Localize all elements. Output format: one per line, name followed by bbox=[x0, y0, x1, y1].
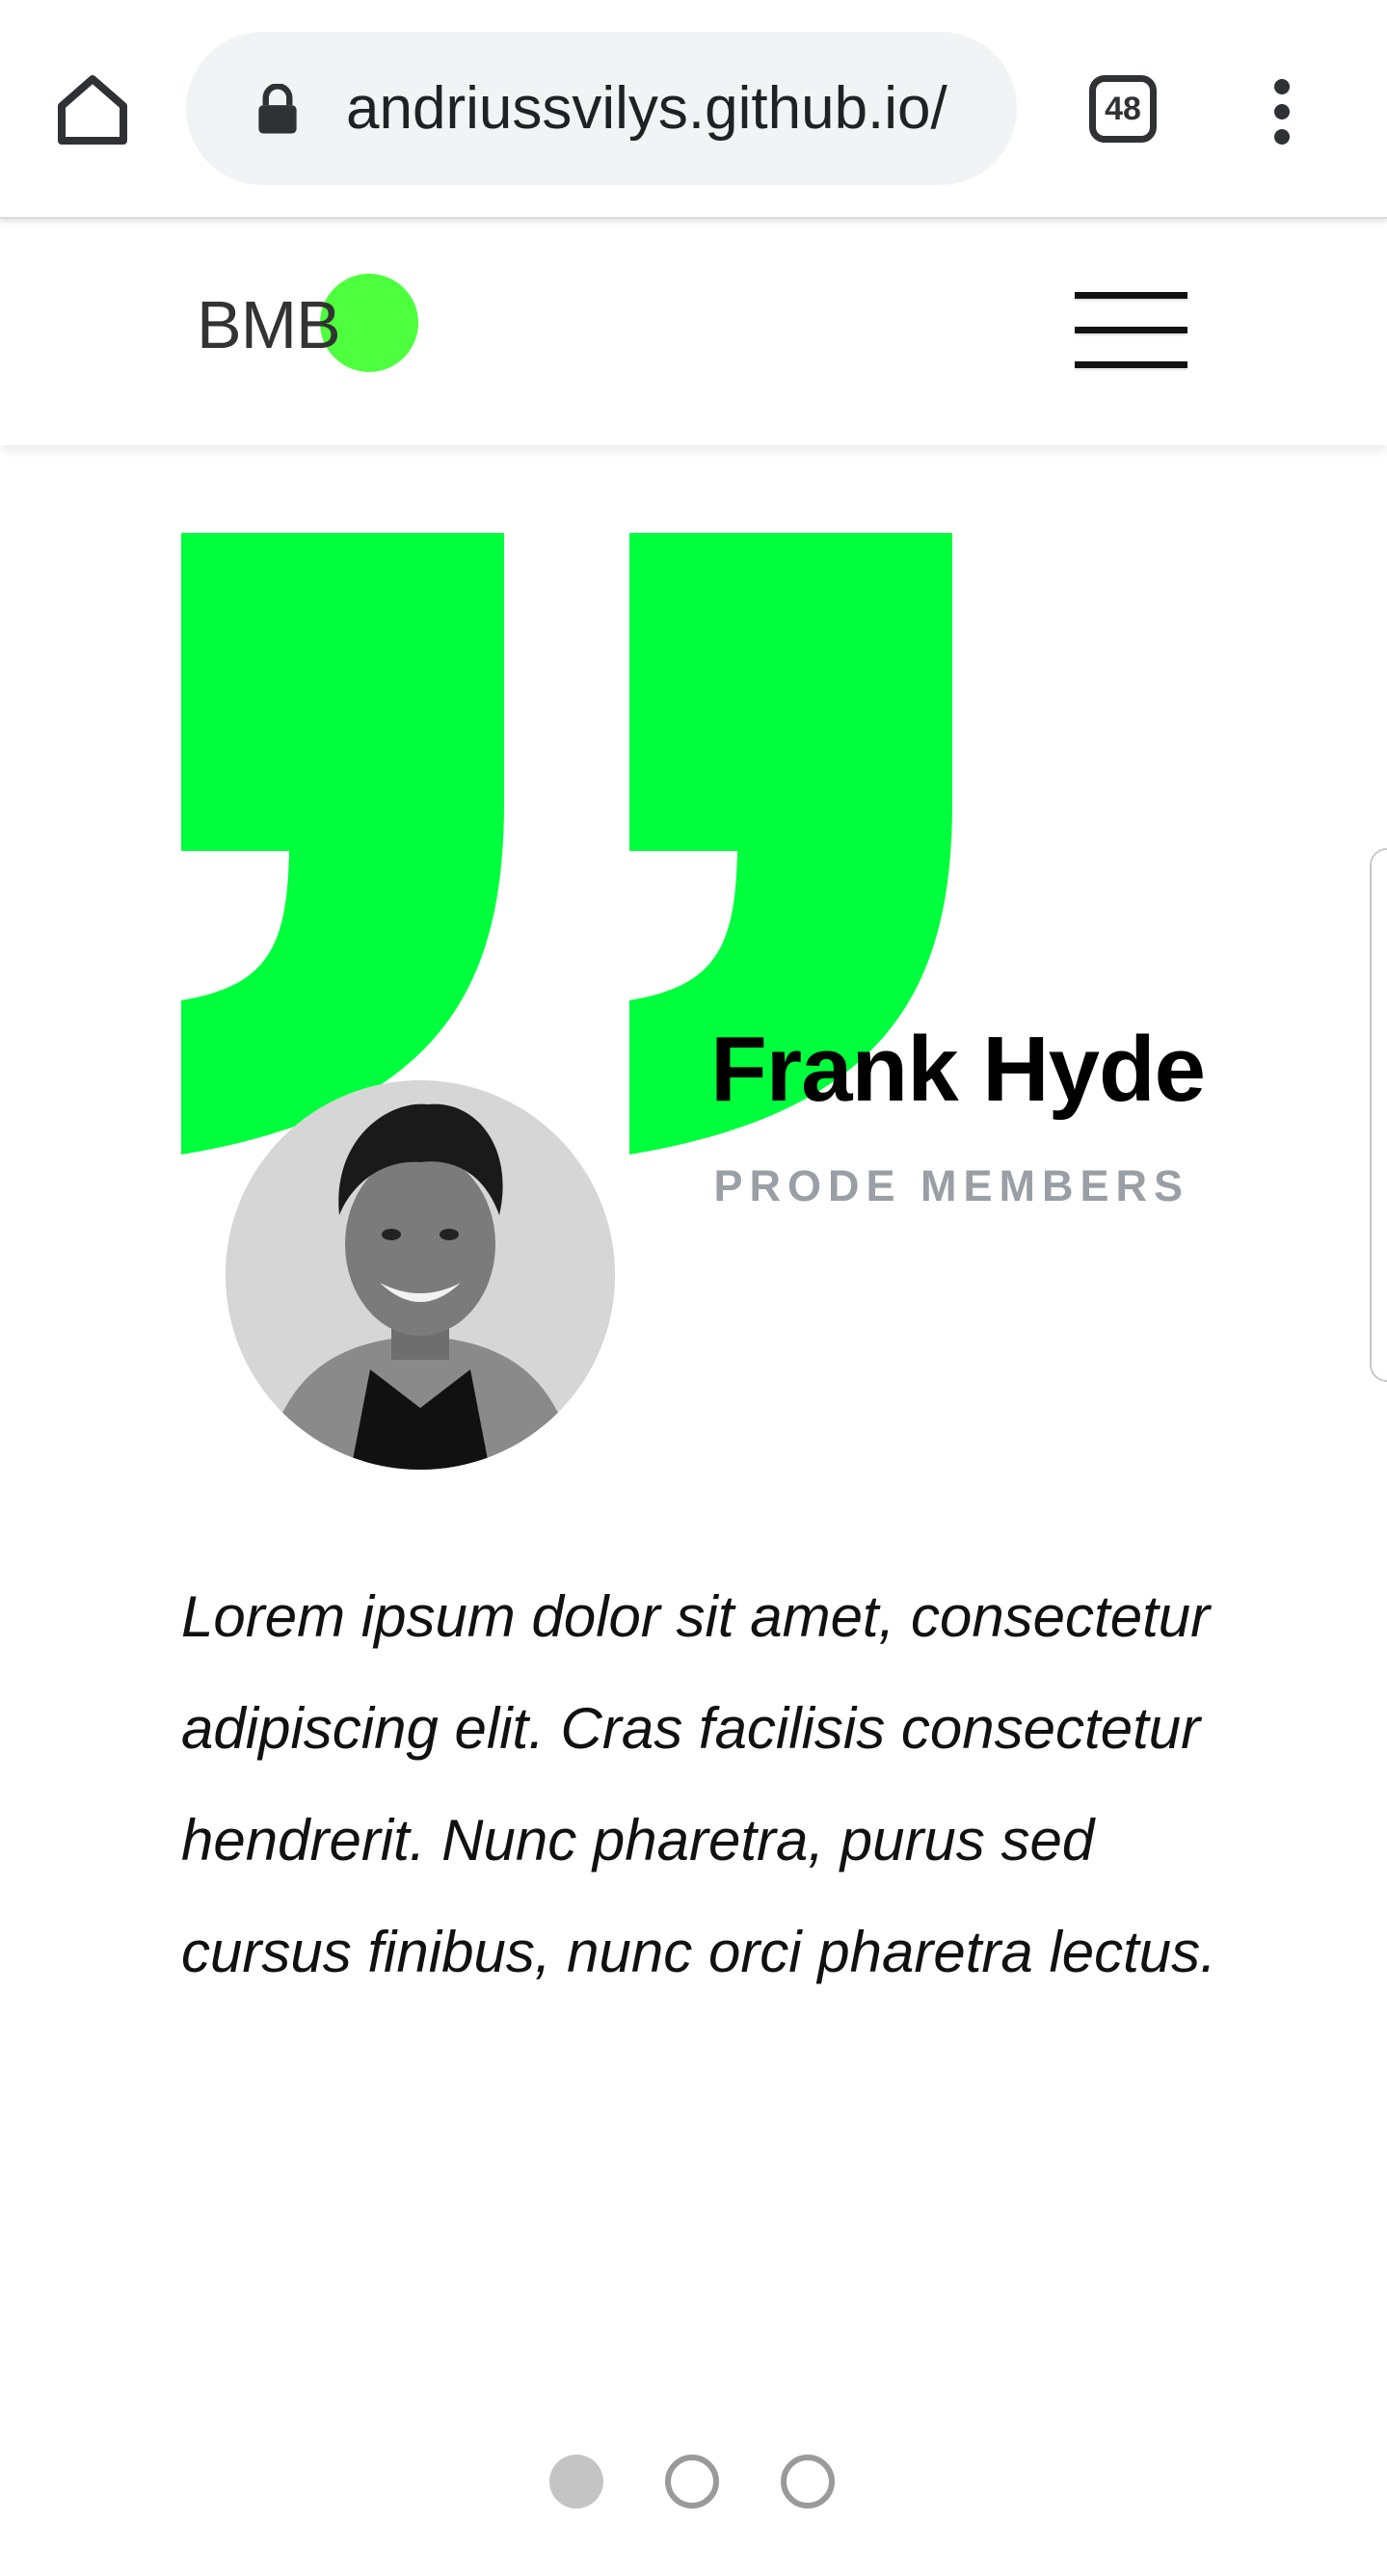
side-drawer-handle[interactable] bbox=[1370, 848, 1387, 1382]
person-name: Frank Hyde bbox=[710, 1018, 1206, 1121]
url-text[interactable]: andriussvilys.github.io/ bbox=[346, 32, 982, 185]
carousel-dot-3[interactable] bbox=[781, 2455, 835, 2509]
avatar bbox=[226, 1080, 615, 1470]
carousel-pagination bbox=[549, 2455, 839, 2512]
person-role: PRODE MEMBERS bbox=[713, 1161, 1189, 1210]
home-icon[interactable] bbox=[46, 64, 139, 156]
tab-switcher-button[interactable]: 48 bbox=[1089, 75, 1157, 143]
site-logo[interactable]: BMB bbox=[197, 274, 428, 380]
browser-toolbar: andriussvilys.github.io/ 48 bbox=[0, 0, 1387, 219]
more-vert-icon[interactable] bbox=[1253, 73, 1311, 150]
quote-mark-left bbox=[181, 533, 504, 1155]
logo-text: BMB bbox=[197, 287, 341, 362]
hamburger-menu-icon[interactable] bbox=[1075, 292, 1187, 369]
testimonial-quote: Lorem ipsum dolor sit amet, consectetur … bbox=[181, 1584, 1216, 1984]
address-bar[interactable]: andriussvilys.github.io/ bbox=[186, 32, 1017, 185]
carousel-dot-1[interactable] bbox=[549, 2455, 603, 2509]
carousel-dot-2[interactable] bbox=[665, 2455, 719, 2509]
site-header: BMB bbox=[0, 219, 1387, 445]
lock-icon bbox=[258, 84, 297, 134]
